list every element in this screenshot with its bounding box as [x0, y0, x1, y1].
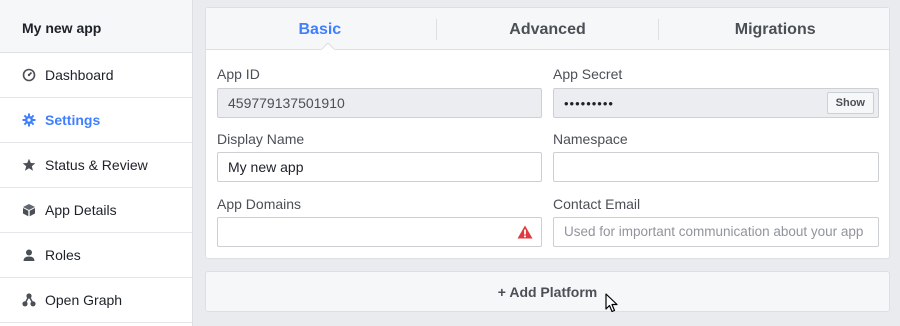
app-name: My new app — [0, 0, 192, 53]
person-icon — [22, 248, 36, 262]
contact-email-label: Contact Email — [553, 196, 641, 212]
gear-icon — [22, 113, 36, 127]
warning-icon — [517, 225, 533, 239]
tab-divider — [436, 19, 437, 40]
namespace-input[interactable] — [553, 152, 879, 182]
active-tab-caret — [321, 42, 335, 50]
sidebar-item-app-details[interactable]: App Details — [0, 188, 192, 233]
namespace-label: Namespace — [553, 131, 628, 147]
sidebar-item-label: Dashboard — [45, 67, 114, 83]
sidebar-item-open-graph[interactable]: Open Graph — [0, 278, 192, 323]
sidebar: My new app Dashboard Settings Status & R… — [0, 0, 193, 326]
app-secret-value: ••••••••• — [564, 96, 614, 111]
tab-divider — [658, 19, 659, 40]
star-icon — [22, 158, 36, 172]
sidebar-item-label: App Details — [45, 202, 117, 218]
tab-migrations[interactable]: Migrations — [661, 8, 889, 49]
sidebar-item-label: Open Graph — [45, 292, 123, 308]
sidebar-item-dashboard[interactable]: Dashboard — [0, 53, 192, 98]
app-domains-input[interactable] — [217, 217, 542, 247]
sidebar-item-label: Status & Review — [45, 157, 148, 173]
app-secret-field: ••••••••• Show — [553, 88, 879, 118]
settings-card: Basic Advanced Migrations App ID 4597791… — [205, 7, 890, 259]
add-platform-button[interactable]: + Add Platform — [205, 271, 890, 312]
app-id-label: App ID — [217, 66, 260, 82]
tab-advanced[interactable]: Advanced — [434, 8, 662, 49]
sidebar-item-status-review[interactable]: Status & Review — [0, 143, 192, 188]
sidebar-item-label: Roles — [45, 247, 81, 263]
app-id-field: 459779137501910 — [217, 88, 542, 118]
display-name-label: Display Name — [217, 131, 305, 147]
display-name-input[interactable]: My new app — [217, 152, 542, 182]
dashboard-icon — [22, 68, 36, 82]
app-secret-label: App Secret — [553, 66, 623, 82]
settings-tabs: Basic Advanced Migrations — [206, 8, 889, 50]
sidebar-item-label: Settings — [45, 112, 101, 128]
graph-icon — [22, 293, 36, 307]
mouse-pointer-icon — [605, 293, 618, 313]
cube-icon — [22, 203, 36, 217]
sidebar-item-settings[interactable]: Settings — [0, 98, 192, 143]
contact-email-input[interactable]: Used for important communication about y… — [553, 217, 879, 247]
app-domains-label: App Domains — [217, 196, 302, 212]
show-secret-button[interactable]: Show — [826, 92, 874, 114]
tab-basic[interactable]: Basic — [206, 8, 434, 49]
sidebar-item-roles[interactable]: Roles — [0, 233, 192, 278]
